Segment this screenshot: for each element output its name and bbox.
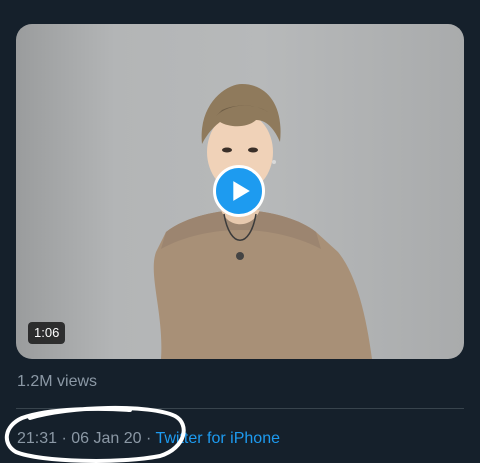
tweet-date[interactable]: 06 Jan 20	[71, 430, 141, 447]
separator-dot: ·	[57, 430, 72, 447]
view-count: 1.2M views	[17, 373, 98, 390]
separator-dot: ·	[141, 430, 156, 447]
tweet-metadata: 21:31 · 06 Jan 20 · Twitter for iPhone	[17, 430, 280, 448]
video-duration-badge: 1:06	[28, 322, 66, 344]
divider	[16, 408, 464, 409]
tweet-time[interactable]: 21:31	[17, 430, 57, 447]
tweet-detail-view: 1:06 1.2M views 21:31 · 06 Jan 20 · Twit…	[0, 0, 480, 463]
play-button[interactable]	[213, 165, 265, 217]
tweet-source-link[interactable]: Twitter for iPhone	[155, 430, 280, 447]
play-icon	[233, 181, 250, 201]
video-player[interactable]: 1:06	[16, 24, 464, 359]
